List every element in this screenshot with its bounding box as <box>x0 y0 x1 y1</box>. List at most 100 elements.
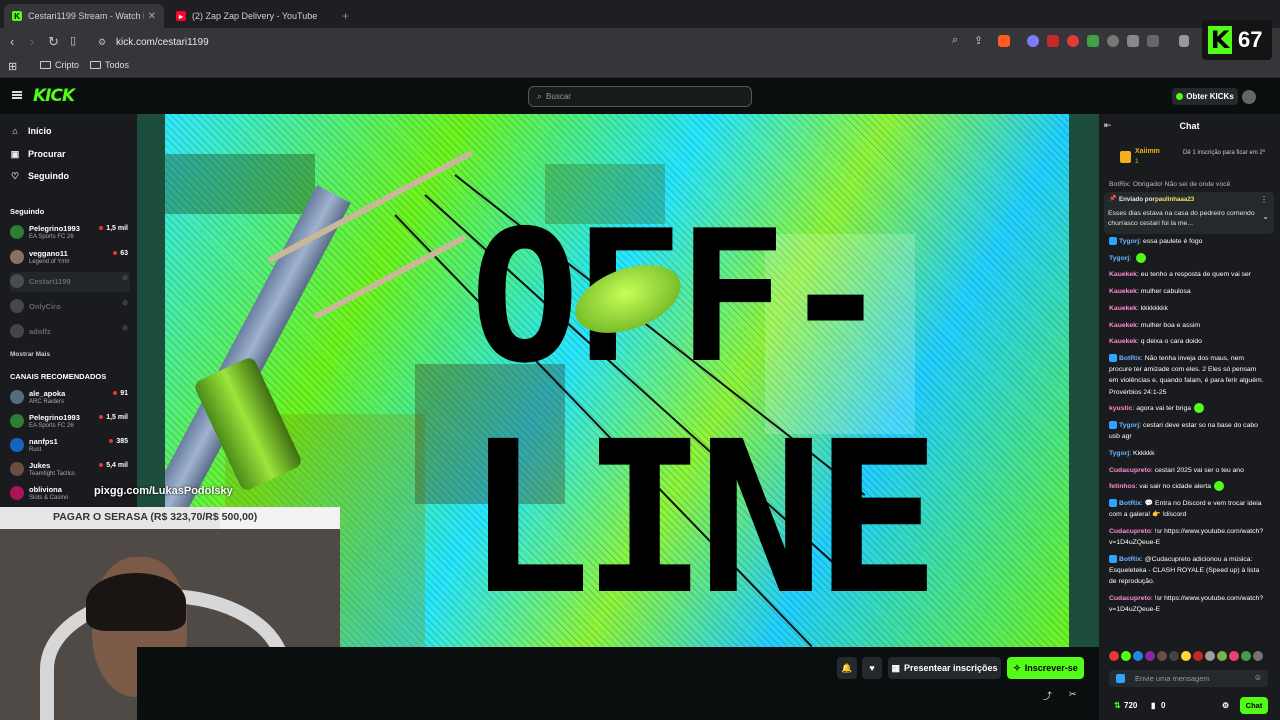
emote-icon[interactable] <box>1145 651 1155 661</box>
chat-username[interactable]: BotRix <box>1119 556 1141 563</box>
following-heading: Seguindo <box>10 207 45 216</box>
share-icon[interactable]: ⤴ <box>1043 689 1052 702</box>
avatar <box>10 274 24 288</box>
clip-icon[interactable]: ✂ <box>1069 689 1077 700</box>
avatar <box>10 414 24 428</box>
bookmark-folder[interactable]: Todos <box>90 60 129 70</box>
emote-icon[interactable] <box>1205 651 1215 661</box>
obter-kicks-button[interactable]: Obter KICKs <box>1172 88 1238 105</box>
chat-username[interactable]: Cudacupreto <box>1109 528 1151 535</box>
chat-username[interactable]: Kauekek <box>1109 271 1137 278</box>
recommended-channel[interactable]: Jukes Teamfight Tactics 5,4 mil <box>10 460 130 480</box>
chat-message: fetinhos: vai sair no cidade alerta <box>1109 481 1267 492</box>
kick-logo[interactable]: KICK <box>33 86 75 106</box>
tab-youtube[interactable]: ▸ (2) Zap Zap Delivery - YouTube <box>168 4 328 28</box>
chevron-down-icon[interactable]: ⌄ <box>1262 212 1269 221</box>
offline-text-line2: LINE <box>465 396 941 641</box>
pinned-by-user: paulinhaaa23 <box>1155 196 1195 203</box>
following-channel[interactable]: Pelegrino1993 EA Sports FC 26 1,5 mil <box>10 223 130 243</box>
chat-username[interactable]: Cudacupreto <box>1109 595 1151 602</box>
bookmark-folder[interactable]: Cripto <box>40 60 79 70</box>
chat-username[interactable]: Kauekek <box>1109 338 1137 345</box>
pinned-message[interactable]: 📌 Enviado por paulinhaaa23 Esses dias es… <box>1104 192 1274 234</box>
chat-messages: Tygorj: essa paulete é fogo Tygorj: Kauek… <box>1109 236 1267 621</box>
apps-icon[interactable]: ⊞ <box>8 60 17 73</box>
chat-input[interactable]: Envie uma mensagem ☺ <box>1109 670 1268 687</box>
sidebar-item-inicio[interactable]: ⌂ Início <box>10 126 51 136</box>
chat-text: Kkkkkk <box>1133 449 1155 457</box>
gift-subs-button[interactable]: ▦ Presentear inscrições <box>888 657 1001 679</box>
chat-username[interactable]: Tygorj <box>1119 422 1139 429</box>
send-chat-button[interactable]: Chat <box>1240 697 1268 714</box>
following-channel[interactable]: adolfz ⊘ <box>10 322 130 342</box>
chat-username[interactable]: kyustic <box>1109 405 1132 412</box>
sidebar-item-seguindo[interactable]: ♡ Seguindo <box>10 171 69 182</box>
site-info-icon[interactable]: ⚙ <box>98 37 106 48</box>
gift-subs-label: Presentear inscrições <box>903 663 998 673</box>
back-icon[interactable]: ‹ <box>10 34 14 49</box>
chat-username[interactable]: fetinhos <box>1109 483 1135 490</box>
sidebar-item-procurar[interactable]: ▣ Procurar <box>10 149 66 160</box>
recommended-channel[interactable]: Pelegrino1993 EA Sports FC 26 1,5 mil <box>10 412 130 432</box>
menu-icon[interactable] <box>12 91 22 99</box>
chat-username[interactable]: BotRix <box>1119 500 1141 507</box>
new-tab-button[interactable]: + <box>334 4 357 28</box>
url-field[interactable]: ⚙ kick.com/cestari1199 <box>92 32 972 52</box>
search-input[interactable]: ⌕ Buscar <box>528 86 752 107</box>
subscribe-button[interactable]: ✧ Inscrever-se <box>1007 657 1084 679</box>
emote-icon[interactable] <box>1157 651 1167 661</box>
media-icon[interactable] <box>1147 35 1159 47</box>
channel-name: adolfz <box>29 327 51 336</box>
emoji-icon[interactable]: ☺ <box>1254 673 1262 682</box>
emote-icon[interactable] <box>1181 651 1191 661</box>
notify-button[interactable]: 🔔 <box>837 657 857 679</box>
chat-username[interactable]: Tygorj <box>1119 238 1139 245</box>
show-more-link[interactable]: Mostrar Mais <box>10 351 50 358</box>
tab-kick[interactable]: K Cestari1199 Stream - Watch Live ✕ <box>4 4 164 28</box>
share-icon[interactable]: ⇪ <box>974 34 983 47</box>
emote-icon[interactable] <box>1169 651 1179 661</box>
following-channel[interactable]: Cestari1199 ⊘ <box>10 272 130 292</box>
extension-icon[interactable] <box>1107 35 1119 47</box>
chat-username[interactable]: BotRix <box>1119 355 1141 362</box>
zoom-icon[interactable]: ⌕ <box>952 34 958 47</box>
chat-username[interactable]: Kauekek <box>1109 322 1137 329</box>
chat-username[interactable]: Tygorj <box>1109 450 1129 457</box>
emote-icon[interactable] <box>1121 651 1131 661</box>
user-avatar[interactable] <box>1242 90 1256 104</box>
channel-name: Jukes <box>29 461 51 470</box>
viewer-count: 63 <box>113 250 128 257</box>
forward-icon[interactable]: › <box>30 34 34 49</box>
emote-icon[interactable] <box>1133 651 1143 661</box>
bookmark-icon[interactable]: ▯ <box>70 34 76 47</box>
reload-icon[interactable]: ↻ <box>48 34 59 50</box>
recommended-channel[interactable]: nanfps1 Rust 385 <box>10 436 130 456</box>
emote-icon[interactable] <box>1229 651 1239 661</box>
follow-button[interactable]: ♥ <box>862 657 882 679</box>
emote-icon <box>1214 481 1225 492</box>
emote-icon[interactable] <box>1217 651 1227 661</box>
puzzle-icon[interactable] <box>1127 35 1139 47</box>
emote-icon[interactable] <box>1109 651 1119 661</box>
more-icon[interactable]: ⋮ <box>1260 195 1268 204</box>
chat-username[interactable]: Cudacupreto <box>1109 467 1151 474</box>
chat-username[interactable]: Tygorj <box>1109 255 1129 262</box>
following-channel[interactable]: veggano11 Legend of Ymir 63 <box>10 248 130 268</box>
offline-icon: ⊘ <box>122 325 128 332</box>
emote-icon[interactable] <box>1253 651 1263 661</box>
extension-icon[interactable] <box>1047 35 1059 47</box>
recommended-channel[interactable]: ale_apoka ARC Raiders 91 <box>10 388 130 408</box>
chat-username[interactable]: Kauekek <box>1109 305 1137 312</box>
emote-icon[interactable] <box>1193 651 1203 661</box>
sidebar-icon[interactable] <box>1179 35 1189 47</box>
following-channel[interactable]: OnlyCiro ⊘ <box>10 297 130 317</box>
emote-icon <box>1194 403 1205 414</box>
extension-icon[interactable] <box>1027 35 1039 47</box>
extension-icon[interactable] <box>1067 35 1079 47</box>
brave-icon[interactable] <box>998 35 1010 47</box>
emote-icon[interactable] <box>1241 651 1251 661</box>
chat-username[interactable]: Kauekek <box>1109 288 1137 295</box>
close-icon[interactable]: ✕ <box>148 11 156 22</box>
gear-icon[interactable]: ⚙ <box>1222 701 1229 710</box>
extension-icon[interactable] <box>1087 35 1099 47</box>
